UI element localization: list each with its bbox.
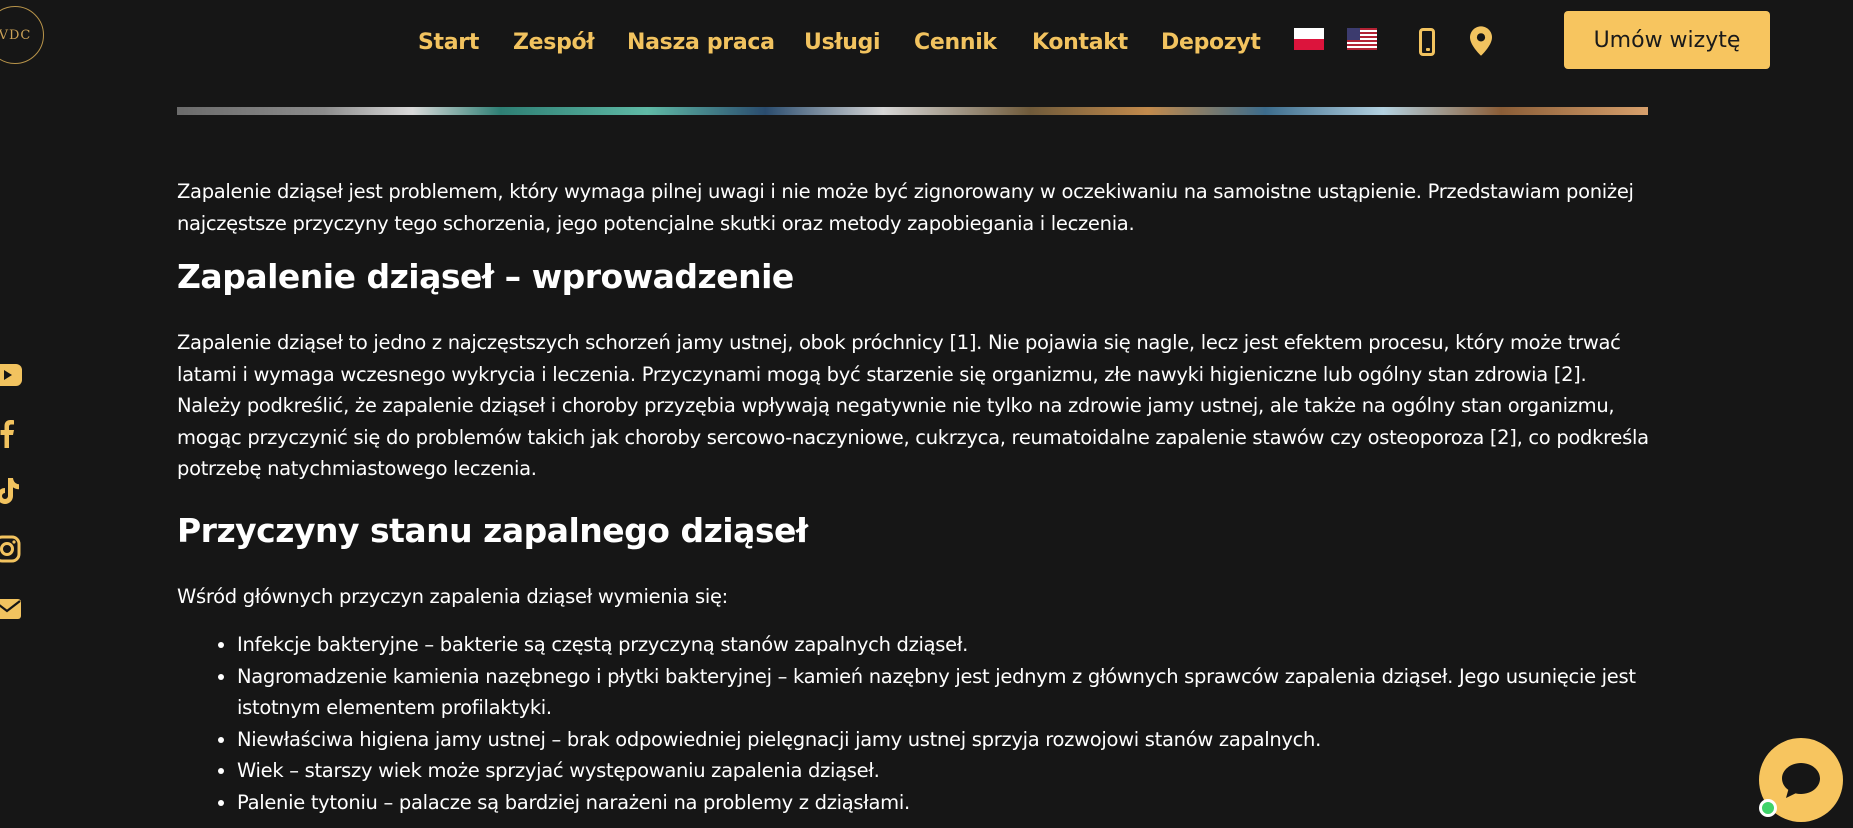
introduction-paragraph: Zapalenie dziąseł to jedno z najczęstszy… — [177, 331, 1649, 480]
tiktok-icon[interactable] — [0, 476, 22, 506]
causes-list: Infekcje bakteryjne – bakterie są częstą… — [177, 629, 1652, 818]
list-item: Infekcje bakteryjne – bakterie są częstą… — [237, 629, 1652, 661]
nav-item-cennik[interactable]: Cennik — [914, 30, 997, 55]
youtube-icon[interactable] — [0, 360, 22, 390]
intro-paragraph: Zapalenie dziąseł jest problemem, który … — [177, 180, 1634, 235]
instagram-icon[interactable] — [0, 534, 22, 564]
us-flag-icon[interactable] — [1347, 28, 1377, 50]
list-item: Niewłaściwa higiena jamy ustnej – brak o… — [237, 724, 1652, 756]
nav-item-depozyt[interactable]: Depozyt — [1161, 30, 1261, 55]
section-heading-introduction: Zapalenie dziąseł – wprowadzenie — [177, 257, 794, 296]
book-appointment-button[interactable]: Umów wizytę — [1564, 11, 1770, 69]
nav-item-kontakt[interactable]: Kontakt — [1032, 30, 1128, 55]
nav-item-start[interactable]: Start — [418, 30, 479, 55]
main-nav: Start Zespół Nasza praca Usługi Cennik K… — [0, 0, 1853, 90]
chat-bubble-icon — [1782, 763, 1820, 798]
nav-item-uslugi[interactable]: Usługi — [804, 30, 881, 55]
article-content: Zapalenie dziąseł jest problemem, który … — [177, 176, 1652, 818]
causes-intro-paragraph: Wśród głównych przyczyn zapalenia dziąse… — [177, 584, 728, 608]
nav-item-nasza-praca[interactable]: Nasza praca — [627, 30, 775, 55]
section-heading-causes: Przyczyny stanu zapalnego dziąseł — [177, 510, 808, 550]
nav-item-zespol[interactable]: Zespół — [513, 30, 595, 55]
phone-icon[interactable] — [1419, 28, 1435, 56]
email-icon[interactable] — [0, 594, 22, 624]
online-status-indicator — [1759, 799, 1777, 817]
list-item: Nagromadzenie kamienia nazębnego i płytk… — [237, 661, 1652, 724]
pl-flag-icon[interactable] — [1294, 28, 1324, 50]
map-pin-icon[interactable] — [1470, 26, 1492, 56]
hero-image — [177, 107, 1648, 115]
facebook-icon[interactable] — [0, 418, 22, 448]
list-item: Palenie tytoniu – palacze są bardziej na… — [237, 787, 1652, 819]
list-item: Wiek – starszy wiek może sprzyjać występ… — [237, 755, 1652, 787]
